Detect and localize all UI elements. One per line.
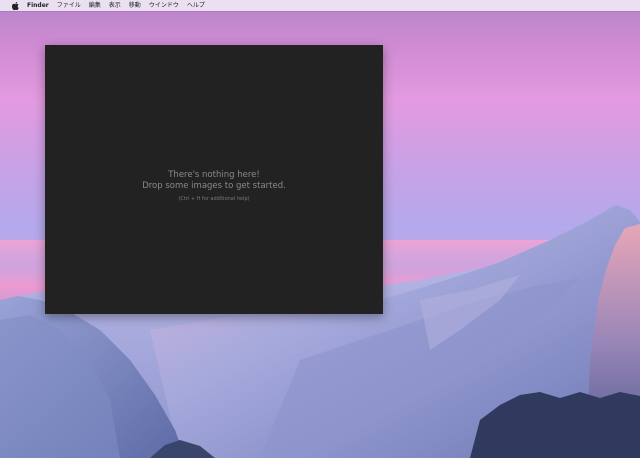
apple-icon[interactable] xyxy=(9,1,21,10)
empty-state-title: There's nothing here! xyxy=(168,170,260,180)
menu-edit[interactable]: 編集 xyxy=(89,0,101,11)
menu-file[interactable]: ファイル xyxy=(57,0,81,11)
empty-state-hint: (Ctrl + H for additional help) xyxy=(178,196,250,202)
menu-view[interactable]: 表示 xyxy=(109,0,121,11)
empty-state: There's nothing here! Drop some images t… xyxy=(45,170,383,203)
desktop: Finder ファイル 編集 表示 移動 ウインドウ ヘルプ There's n… xyxy=(0,0,640,458)
menu-help[interactable]: ヘルプ xyxy=(187,0,205,11)
image-viewer-window[interactable]: There's nothing here! Drop some images t… xyxy=(45,45,383,314)
empty-state-subtitle: Drop some images to get started. xyxy=(142,181,286,191)
menu-go[interactable]: 移動 xyxy=(129,0,141,11)
menu-bar: Finder ファイル 編集 表示 移動 ウインドウ ヘルプ xyxy=(0,0,640,11)
menu-finder[interactable]: Finder xyxy=(27,0,49,11)
menu-window[interactable]: ウインドウ xyxy=(149,0,179,11)
